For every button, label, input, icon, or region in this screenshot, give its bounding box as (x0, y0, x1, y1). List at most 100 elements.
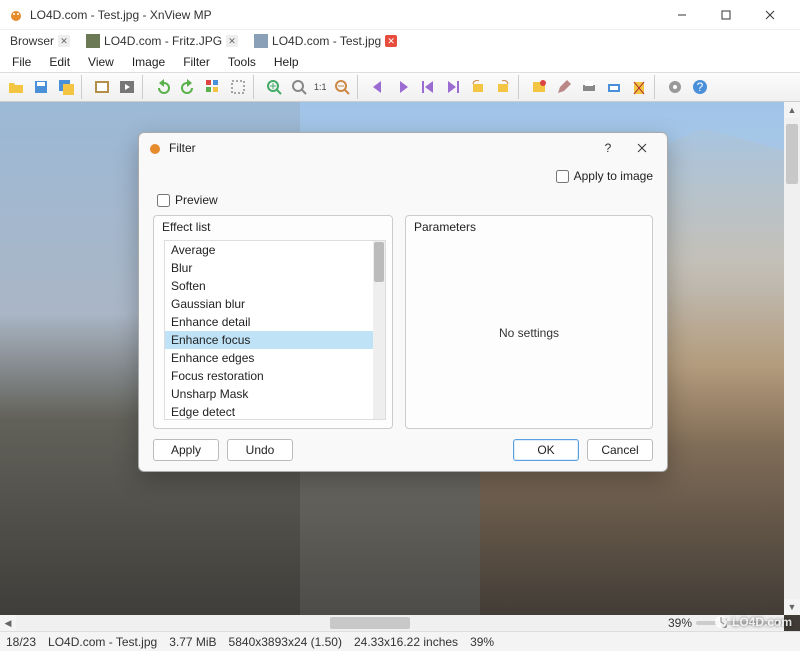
batch-convert-icon[interactable] (527, 75, 551, 99)
menu-file[interactable]: File (4, 53, 39, 71)
status-dimensions: 5840x3893x24 (1.50) (229, 635, 342, 649)
menu-tools[interactable]: Tools (220, 53, 264, 71)
close-tab-icon[interactable]: ✕ (226, 35, 238, 47)
scroll-thumb[interactable] (374, 242, 384, 282)
window-title: LO4D.com - Test.jpg - XnView MP (30, 8, 660, 22)
scroll-down-icon[interactable]: ▼ (784, 599, 800, 615)
status-filesize: 3.77 MiB (169, 635, 216, 649)
document-tabbar: Browser ✕ LO4D.com - Fritz.JPG ✕ LO4D.co… (0, 30, 800, 52)
prev-image-icon[interactable] (366, 75, 390, 99)
zoom-fit-icon[interactable] (287, 75, 311, 99)
first-image-icon[interactable] (416, 75, 440, 99)
rotate-left-icon[interactable] (466, 75, 490, 99)
close-button[interactable] (748, 1, 792, 29)
parameters-body: No settings (406, 238, 652, 428)
zoom-ratio-label: 1:1 (312, 82, 329, 92)
slideshow-icon[interactable] (115, 75, 139, 99)
scroll-up-icon[interactable]: ▲ (784, 102, 800, 118)
rotate-right-icon[interactable] (491, 75, 515, 99)
close-tab-icon[interactable]: ✕ (58, 35, 70, 47)
main-toolbar: 1:1 ? (0, 72, 800, 102)
menu-help[interactable]: Help (266, 53, 307, 71)
menu-image[interactable]: Image (124, 53, 173, 71)
tab-label: LO4D.com - Fritz.JPG (104, 34, 222, 48)
effect-list-scrollbar[interactable] (373, 241, 385, 419)
list-item[interactable]: Gaussian blur (165, 295, 373, 313)
close-tab-icon[interactable]: ✕ (385, 35, 397, 47)
tab-fritz[interactable]: LO4D.com - Fritz.JPG ✕ (80, 31, 244, 51)
ok-button[interactable]: OK (513, 439, 579, 461)
zoom-percent-label: 39% (668, 616, 692, 630)
help-icon[interactable]: ? (688, 75, 712, 99)
apply-to-image-input[interactable] (556, 170, 569, 183)
last-image-icon[interactable] (441, 75, 465, 99)
status-index: 18/23 (6, 635, 36, 649)
parameters-panel: Parameters No settings (405, 215, 653, 429)
menu-view[interactable]: View (80, 53, 122, 71)
dialog-titlebar[interactable]: Filter ? (139, 133, 667, 163)
save-as-icon[interactable] (54, 75, 78, 99)
svg-text:?: ? (696, 80, 703, 94)
scroll-thumb[interactable] (786, 124, 798, 184)
scan-icon[interactable] (602, 75, 626, 99)
list-item[interactable]: Enhance detail (165, 313, 373, 331)
dialog-title: Filter (169, 141, 591, 155)
list-item[interactable]: Focus restoration (165, 367, 373, 385)
parameters-label: Parameters (406, 216, 652, 238)
maximize-button[interactable] (704, 1, 748, 29)
settings-icon[interactable] (663, 75, 687, 99)
edit-icon[interactable] (552, 75, 576, 99)
zoom-in-icon[interactable] (262, 75, 286, 99)
tab-label: Browser (10, 34, 54, 48)
list-item[interactable]: Enhance focus (165, 331, 373, 349)
list-item[interactable]: Unsharp Mask (165, 385, 373, 403)
redo-icon[interactable] (176, 75, 200, 99)
statusbar: 18/23 LO4D.com - Test.jpg 3.77 MiB 5840x… (0, 631, 800, 651)
print-icon[interactable] (577, 75, 601, 99)
effect-list[interactable]: Average Blur Soften Gaussian blur Enhanc… (165, 241, 373, 419)
preview-input[interactable] (157, 194, 170, 207)
undo-button[interactable]: Undo (227, 439, 293, 461)
watermark: LO4D.com (714, 615, 792, 629)
color-palette-icon[interactable] (201, 75, 225, 99)
undo-icon[interactable] (151, 75, 175, 99)
effect-list-panel: Effect list Average Blur Soften Gaussian… (153, 215, 393, 429)
tab-test[interactable]: LO4D.com - Test.jpg ✕ (248, 31, 403, 51)
list-item[interactable]: Edge detect (165, 403, 373, 419)
delete-icon[interactable] (627, 75, 651, 99)
app-icon (8, 7, 24, 23)
vertical-scrollbar[interactable]: ▲ ▼ (784, 102, 800, 615)
effect-list-label: Effect list (154, 216, 392, 238)
image-thumb-icon (86, 34, 100, 48)
open-file-icon[interactable] (4, 75, 28, 99)
status-filename: LO4D.com - Test.jpg (48, 635, 157, 649)
list-item[interactable]: Enhance edges (165, 349, 373, 367)
apply-to-image-checkbox[interactable]: Apply to image (556, 169, 653, 183)
status-inches: 24.33x16.22 inches (354, 635, 458, 649)
preview-label: Preview (175, 193, 218, 207)
list-item[interactable]: Soften (165, 277, 373, 295)
minimize-button[interactable] (660, 1, 704, 29)
tab-browser[interactable]: Browser ✕ (4, 31, 76, 51)
window-titlebar: LO4D.com - Test.jpg - XnView MP (0, 0, 800, 30)
apply-button[interactable]: Apply (153, 439, 219, 461)
list-item[interactable]: Blur (165, 259, 373, 277)
status-zoom: 39% (470, 635, 494, 649)
list-item[interactable]: Average (165, 241, 373, 259)
crop-icon[interactable] (226, 75, 250, 99)
filter-dialog: Filter ? Apply to image Preview Effect l… (138, 132, 668, 472)
preview-checkbox[interactable]: Preview (157, 193, 653, 207)
tab-label: LO4D.com - Test.jpg (272, 34, 381, 48)
dialog-help-button[interactable]: ? (591, 135, 625, 161)
fullscreen-icon[interactable] (90, 75, 114, 99)
cancel-button[interactable]: Cancel (587, 439, 653, 461)
scroll-left-icon[interactable]: ◀ (0, 615, 16, 631)
zoom-out-icon[interactable] (330, 75, 354, 99)
save-icon[interactable] (29, 75, 53, 99)
next-image-icon[interactable] (391, 75, 415, 99)
apply-to-image-label: Apply to image (574, 169, 653, 183)
menu-filter[interactable]: Filter (175, 53, 218, 71)
dialog-close-button[interactable] (625, 135, 659, 161)
scroll-thumb[interactable] (330, 617, 410, 629)
menu-edit[interactable]: Edit (41, 53, 78, 71)
